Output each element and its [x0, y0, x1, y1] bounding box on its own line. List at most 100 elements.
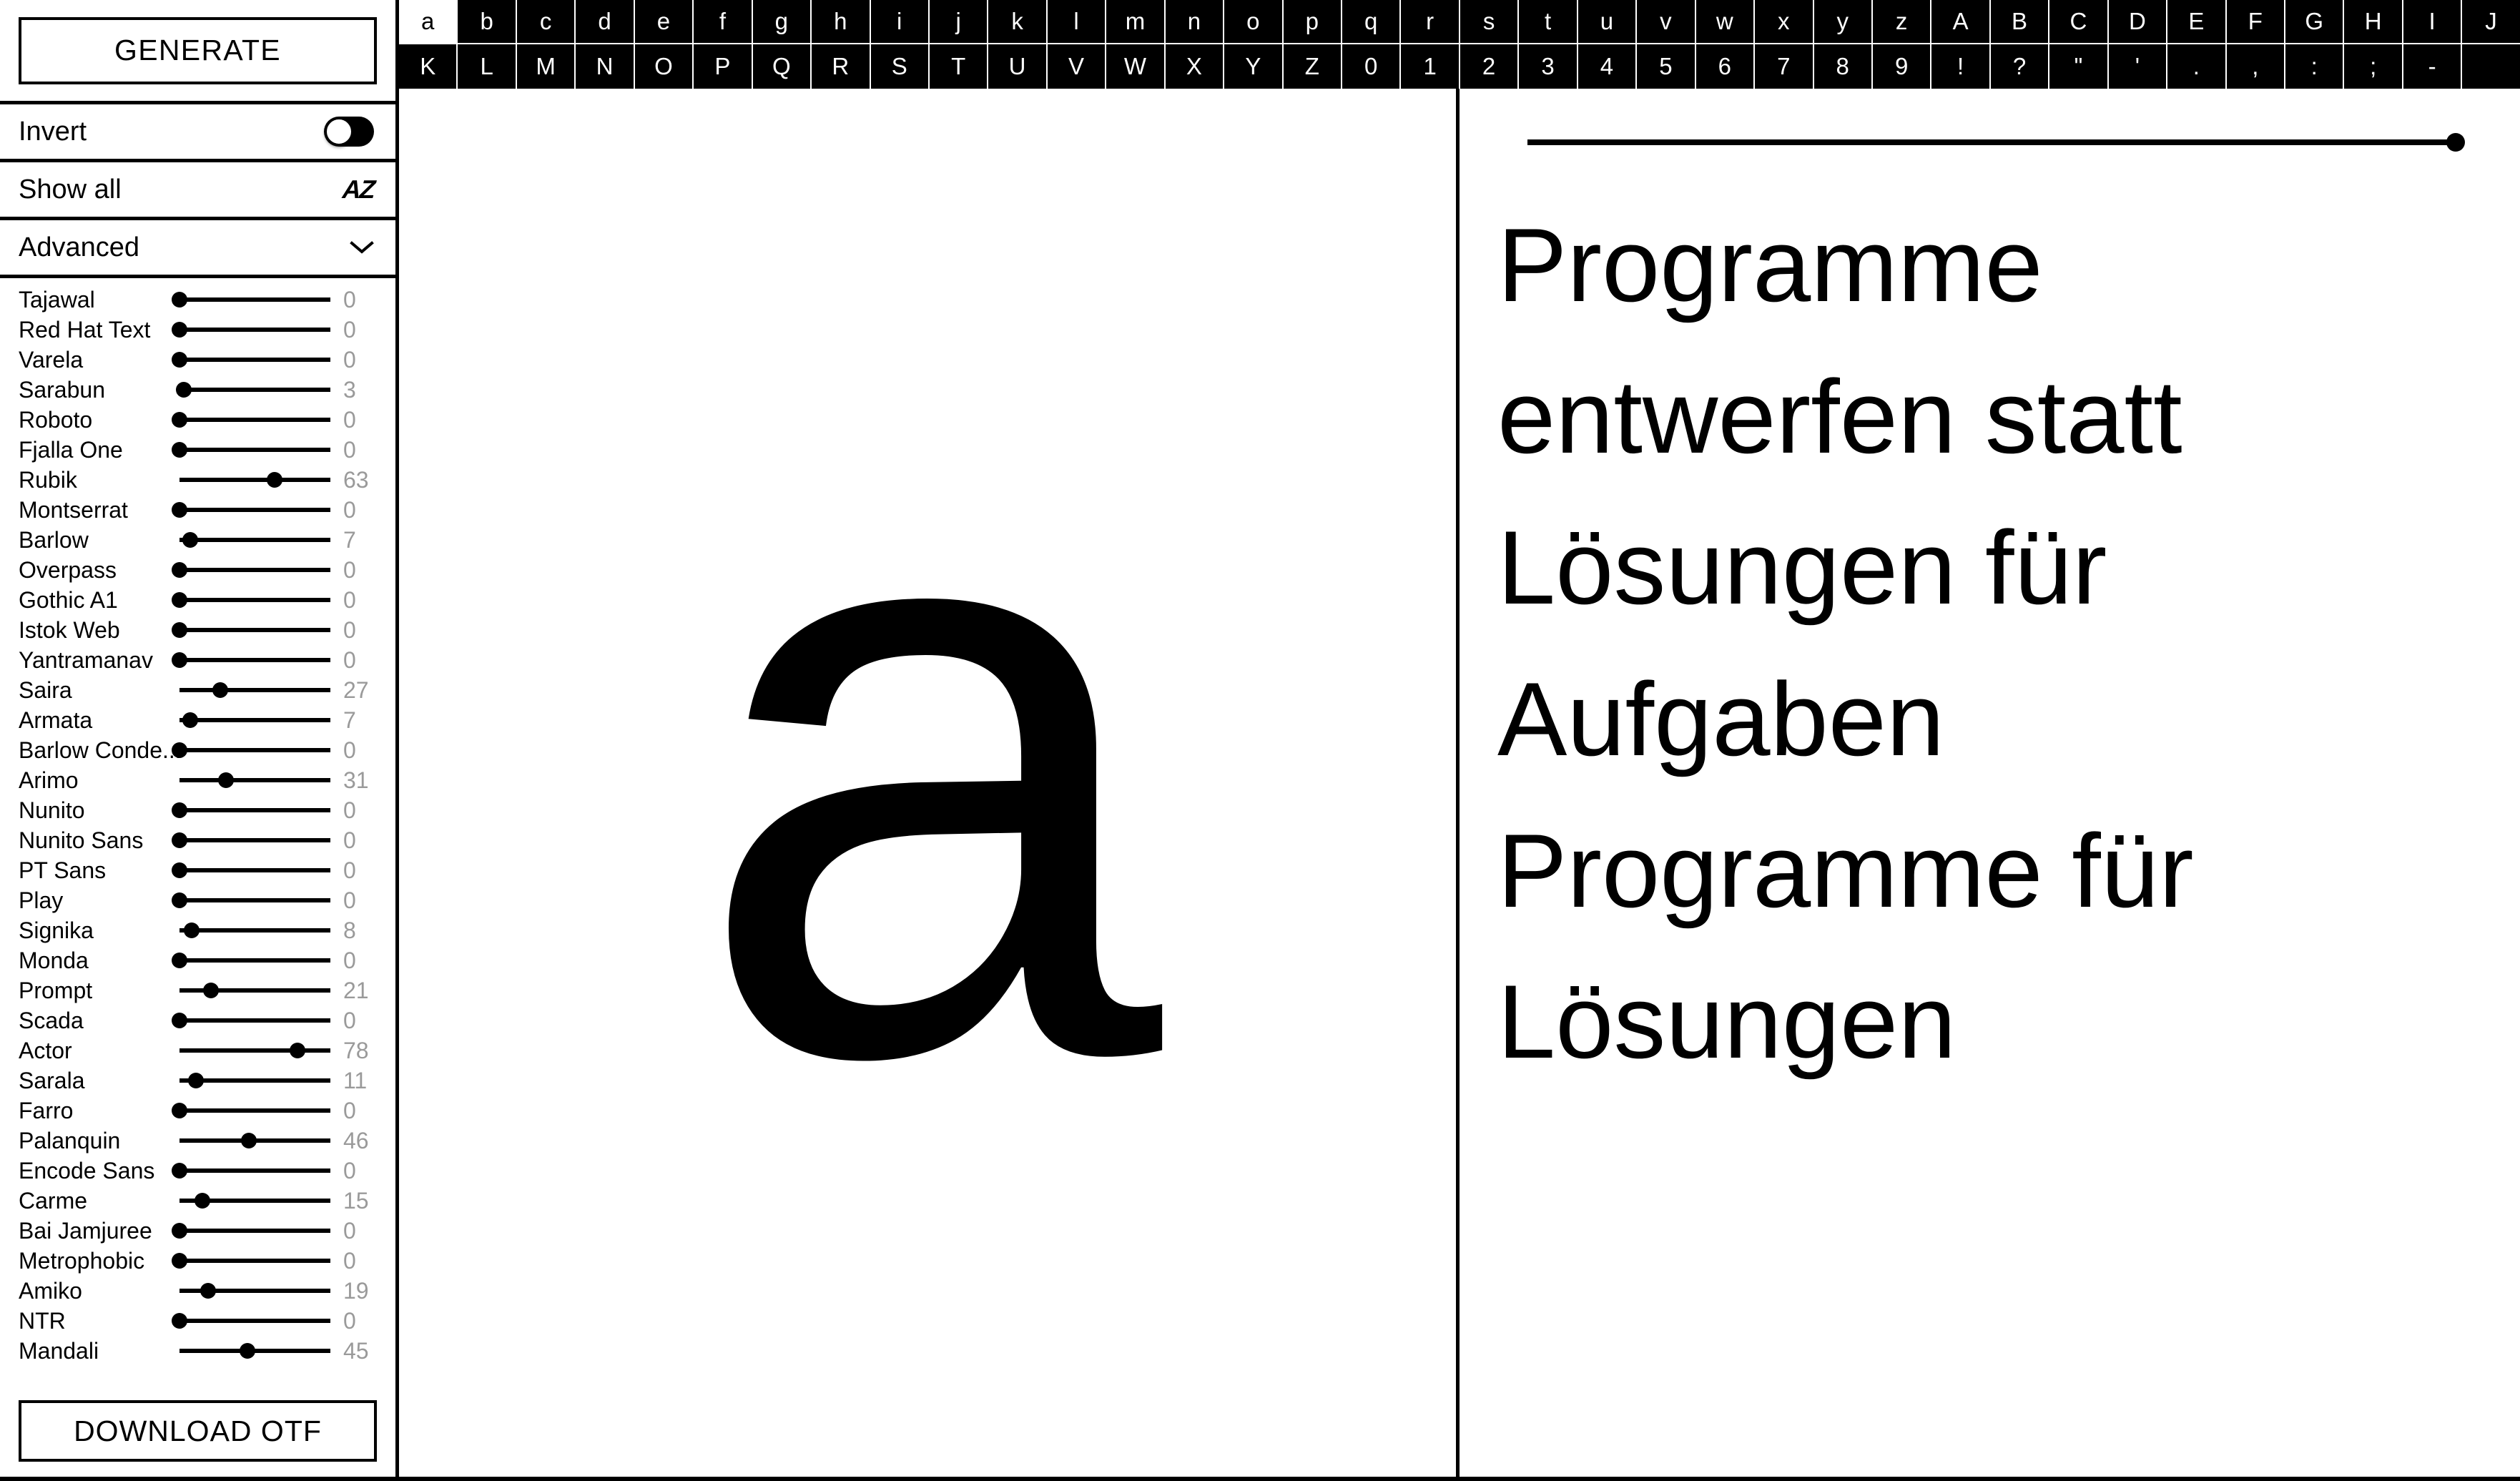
- char-cell-,[interactable]: ,: [2226, 44, 2285, 89]
- char-cell-z[interactable]: z: [1872, 0, 1932, 44]
- font-weight-slider-track[interactable]: [179, 1259, 330, 1263]
- font-weight-slider-thumb[interactable]: [182, 532, 198, 548]
- char-cell-v[interactable]: v: [1637, 0, 1696, 44]
- font-weight-slider-thumb[interactable]: [172, 412, 187, 428]
- font-weight-slider-thumb[interactable]: [172, 802, 187, 818]
- char-cell-.[interactable]: .: [2167, 44, 2227, 89]
- char-cell-G[interactable]: G: [2285, 0, 2345, 44]
- font-weight-slider-thumb[interactable]: [172, 862, 187, 878]
- char-cell-i[interactable]: i: [870, 0, 930, 44]
- font-weight-slider[interactable]: [172, 315, 330, 345]
- font-weight-slider[interactable]: [172, 825, 330, 855]
- download-otf-button[interactable]: DOWNLOAD OTF: [19, 1400, 377, 1462]
- font-weight-slider-track[interactable]: [179, 898, 330, 902]
- char-cell-k[interactable]: k: [988, 0, 1048, 44]
- font-weight-slider[interactable]: [172, 285, 330, 315]
- text-size-slider-track[interactable]: [1527, 139, 2456, 145]
- font-weight-slider-track[interactable]: [179, 808, 330, 812]
- char-cell-c[interactable]: c: [516, 0, 576, 44]
- font-weight-slider-track[interactable]: [179, 388, 330, 392]
- char-cell--[interactable]: -: [2403, 44, 2463, 89]
- font-weight-slider-thumb[interactable]: [241, 1133, 257, 1148]
- font-weight-slider-track[interactable]: [179, 748, 330, 752]
- chevron-down-icon[interactable]: [350, 240, 374, 255]
- font-weight-slider[interactable]: [176, 375, 330, 405]
- char-cell-Y[interactable]: Y: [1224, 44, 1284, 89]
- char-cell-space[interactable]: [2462, 44, 2520, 89]
- font-weight-slider[interactable]: [179, 465, 330, 495]
- font-weight-slider-thumb[interactable]: [172, 953, 187, 968]
- font-weight-slider-track[interactable]: [179, 297, 330, 302]
- char-cell-"[interactable]: ": [2049, 44, 2109, 89]
- font-weight-slider-thumb[interactable]: [218, 772, 235, 788]
- font-weight-slider[interactable]: [179, 765, 330, 795]
- font-weight-slider-track[interactable]: [179, 1018, 330, 1023]
- char-cell-u[interactable]: u: [1578, 0, 1638, 44]
- font-weight-slider-track[interactable]: [179, 628, 330, 632]
- font-weight-slider-thumb[interactable]: [172, 832, 187, 848]
- char-cell-p[interactable]: p: [1283, 0, 1342, 44]
- font-weight-slider-thumb[interactable]: [172, 622, 187, 638]
- font-weight-slider[interactable]: [179, 1035, 330, 1066]
- char-cell-;[interactable]: ;: [2344, 44, 2403, 89]
- char-cell-D[interactable]: D: [2108, 0, 2168, 44]
- text-size-slider-thumb[interactable]: [2446, 133, 2465, 152]
- char-cell-f[interactable]: f: [694, 0, 753, 44]
- text-size-slider[interactable]: [1492, 128, 2491, 157]
- font-weight-slider-thumb[interactable]: [194, 1193, 210, 1209]
- char-cell-Z[interactable]: Z: [1283, 44, 1342, 89]
- char-cell-9[interactable]: 9: [1872, 44, 1932, 89]
- font-weight-slider-track[interactable]: [179, 718, 330, 722]
- char-cell-r[interactable]: r: [1401, 0, 1460, 44]
- char-cell-d[interactable]: d: [576, 0, 635, 44]
- font-weight-slider-track[interactable]: [179, 958, 330, 963]
- char-cell-a[interactable]: a: [399, 0, 458, 44]
- font-weight-slider-thumb[interactable]: [172, 322, 187, 338]
- font-weight-slider-track[interactable]: [179, 928, 330, 933]
- font-weight-slider-thumb[interactable]: [172, 292, 187, 307]
- char-cell-o[interactable]: o: [1224, 0, 1284, 44]
- font-weight-slider[interactable]: [172, 1156, 330, 1186]
- char-cell-g[interactable]: g: [752, 0, 812, 44]
- font-weight-slider[interactable]: [172, 1306, 330, 1336]
- font-weight-slider[interactable]: [172, 555, 330, 585]
- char-cell-C[interactable]: C: [2049, 0, 2109, 44]
- font-weight-slider-thumb[interactable]: [172, 1313, 187, 1329]
- char-cell-:[interactable]: :: [2285, 44, 2345, 89]
- font-weight-slider-track[interactable]: [179, 328, 330, 332]
- font-weight-slider[interactable]: [179, 1126, 330, 1156]
- font-weight-slider[interactable]: [179, 525, 330, 555]
- font-weight-slider[interactable]: [172, 1096, 330, 1126]
- font-weight-slider-track[interactable]: [179, 838, 330, 842]
- font-weight-slider-track[interactable]: [179, 658, 330, 662]
- font-weight-slider[interactable]: [179, 1336, 330, 1366]
- char-cell-j[interactable]: j: [929, 0, 989, 44]
- char-cell-B[interactable]: B: [1990, 0, 2050, 44]
- font-weight-slider-track[interactable]: [179, 868, 330, 872]
- font-weight-slider-track[interactable]: [179, 598, 330, 602]
- font-weight-slider-track[interactable]: [179, 778, 330, 782]
- font-weight-slider-thumb[interactable]: [172, 502, 187, 518]
- font-weight-slider-thumb[interactable]: [172, 1103, 187, 1118]
- char-cell-t[interactable]: t: [1519, 0, 1578, 44]
- font-weight-slider-thumb[interactable]: [172, 352, 187, 368]
- char-cell-U[interactable]: U: [988, 44, 1048, 89]
- option-row-advanced[interactable]: Advanced: [0, 220, 395, 278]
- font-weight-slider[interactable]: [179, 915, 330, 945]
- char-cell-2[interactable]: 2: [1460, 44, 1520, 89]
- font-weight-slider[interactable]: [179, 1066, 330, 1096]
- font-weight-slider[interactable]: [172, 1246, 330, 1276]
- font-weight-slider-track[interactable]: [179, 538, 330, 542]
- char-cell-8[interactable]: 8: [1813, 44, 1873, 89]
- font-weight-slider-track[interactable]: [179, 448, 330, 452]
- char-cell-A[interactable]: A: [1931, 0, 1991, 44]
- font-weight-slider-track[interactable]: [179, 568, 330, 572]
- font-weight-slider-thumb[interactable]: [176, 382, 192, 398]
- generate-button[interactable]: GENERATE: [19, 16, 377, 84]
- font-weight-slider[interactable]: [172, 585, 330, 615]
- font-weight-slider-track[interactable]: [179, 1229, 330, 1233]
- char-cell-y[interactable]: y: [1813, 0, 1873, 44]
- char-cell-Q[interactable]: Q: [752, 44, 812, 89]
- font-weight-slider-track[interactable]: [179, 418, 330, 422]
- char-cell-L[interactable]: L: [458, 44, 517, 89]
